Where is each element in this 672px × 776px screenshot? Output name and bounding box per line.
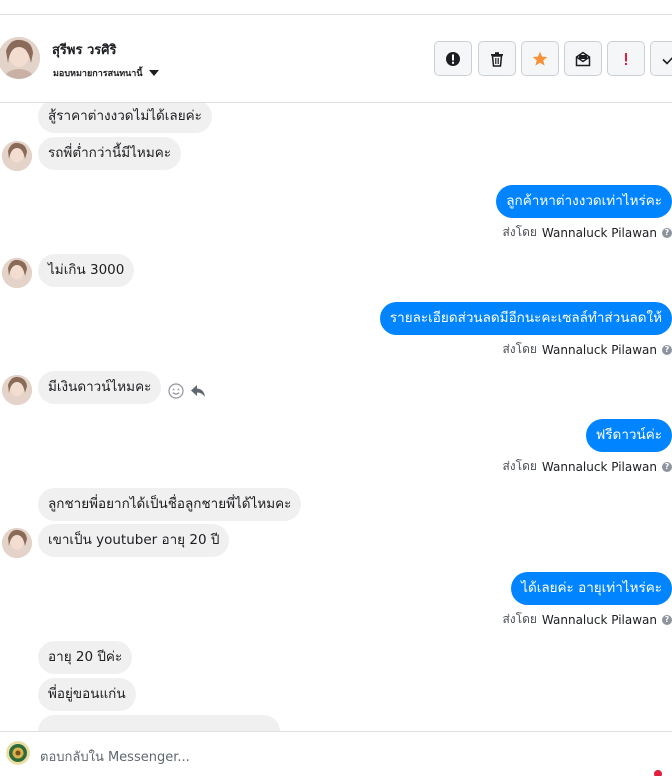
help-icon[interactable]: ?: [662, 614, 672, 625]
star-icon: [532, 51, 548, 66]
message-outgoing: ลูกค้าหาต่างงวดเท่าไหร่คะ: [496, 185, 672, 218]
sent-by-label: ส่งโดย Wannaluck Pilawan ?: [502, 340, 672, 359]
message-actions: [168, 383, 206, 399]
message-outgoing: ฟรีดาวน์ค่ะ: [585, 419, 672, 452]
message-incoming: อายุ 20 ปีค่ะ: [38, 641, 133, 674]
sent-by-label: ส่งโดย Wannaluck Pilawan ?: [502, 457, 672, 476]
sent-by-prefix: ส่งโดย: [502, 342, 537, 356]
envelope-icon: [575, 51, 591, 66]
message-incoming: รถพี่ต่ำกว่านี้มีไหมคะ: [38, 137, 182, 170]
contact-name[interactable]: สุรีพร วรศิริ: [52, 39, 117, 60]
sent-by-label: ส่งโดย Wannaluck Pilawan ?: [502, 223, 672, 242]
help-icon[interactable]: ?: [662, 227, 672, 238]
contact-avatar[interactable]: [0, 37, 40, 79]
top-strip: [0, 0, 672, 15]
alert-button[interactable]: [434, 41, 472, 76]
sent-by-prefix: ส่งโดย: [502, 459, 537, 473]
message-incoming: ไม่เกิน 3000: [38, 254, 135, 287]
reply-icon[interactable]: [190, 383, 206, 399]
message-incoming: มีเงินดาวน์ไหมคะ: [38, 371, 162, 404]
sent-by-prefix: ส่งโดย: [502, 612, 537, 626]
contact-avatar-small: [2, 375, 32, 405]
sent-by-agent[interactable]: Wannaluck Pilawan: [542, 343, 657, 357]
caret-down-icon: [148, 70, 159, 76]
message-outgoing: ได้เลยค่ะ อายุเท่าไหร่คะ: [511, 572, 672, 605]
assign-conversation-dropdown[interactable]: มอบหมายการสนทนานี้: [53, 66, 159, 80]
notification-dot: [654, 770, 662, 776]
trash-icon: [491, 51, 503, 67]
sent-by-agent[interactable]: Wannaluck Pilawan: [542, 613, 657, 627]
alert-circle-icon: [446, 51, 460, 66]
done-button[interactable]: [650, 41, 672, 76]
sent-by-label: ส่งโดย Wannaluck Pilawan ?: [502, 610, 672, 629]
message-thread[interactable]: สู้ราคาต่างงวดไม่ได้เลยค่ะ รถพี่ต่ำกว่าน…: [0, 103, 672, 731]
star-button[interactable]: [521, 41, 559, 76]
page-logo-icon: [6, 741, 30, 765]
reply-composer[interactable]: ตอบกลับใน Messenger...: [0, 731, 672, 776]
help-icon[interactable]: ?: [662, 344, 672, 355]
message-incoming: เขาเป็น youtuber อายุ 20 ปี: [38, 524, 230, 557]
delete-button[interactable]: [478, 41, 516, 76]
reply-input[interactable]: ตอบกลับใน Messenger...: [40, 746, 190, 767]
sent-by-prefix: ส่งโดย: [502, 225, 537, 239]
contact-avatar-small: [2, 141, 32, 171]
message-incoming: พี่อยู่ขอนแก่น: [38, 678, 136, 711]
mark-unread-button[interactable]: [564, 41, 602, 76]
message-incoming: ลูกชายพี่อยากได้เป็นชื่อลูกชายพี่ได้ไหมค…: [38, 488, 302, 521]
contact-avatar-small: [2, 528, 32, 558]
spam-button[interactable]: [607, 41, 645, 76]
message-incoming-partial: [38, 715, 280, 731]
message-incoming: สู้ราคาต่างงวดไม่ได้เลยค่ะ: [38, 103, 212, 133]
exclamation-icon: [625, 52, 627, 65]
assign-label: มอบหมายการสนทนานี้: [53, 69, 143, 79]
sent-by-agent[interactable]: Wannaluck Pilawan: [542, 460, 657, 474]
emoji-icon[interactable]: [168, 383, 184, 399]
message-outgoing: รายละเอียดส่วนลดมีอีกนะคะเซลล์ทำส่วนลดให…: [379, 302, 672, 335]
sent-by-agent[interactable]: Wannaluck Pilawan: [542, 226, 657, 240]
contact-avatar-small: [2, 258, 32, 288]
check-icon: [662, 56, 672, 65]
conversation-header: สุรีพร วรศิริ มอบหมายการสนทนานี้: [0, 15, 672, 103]
help-icon[interactable]: ?: [662, 461, 672, 472]
